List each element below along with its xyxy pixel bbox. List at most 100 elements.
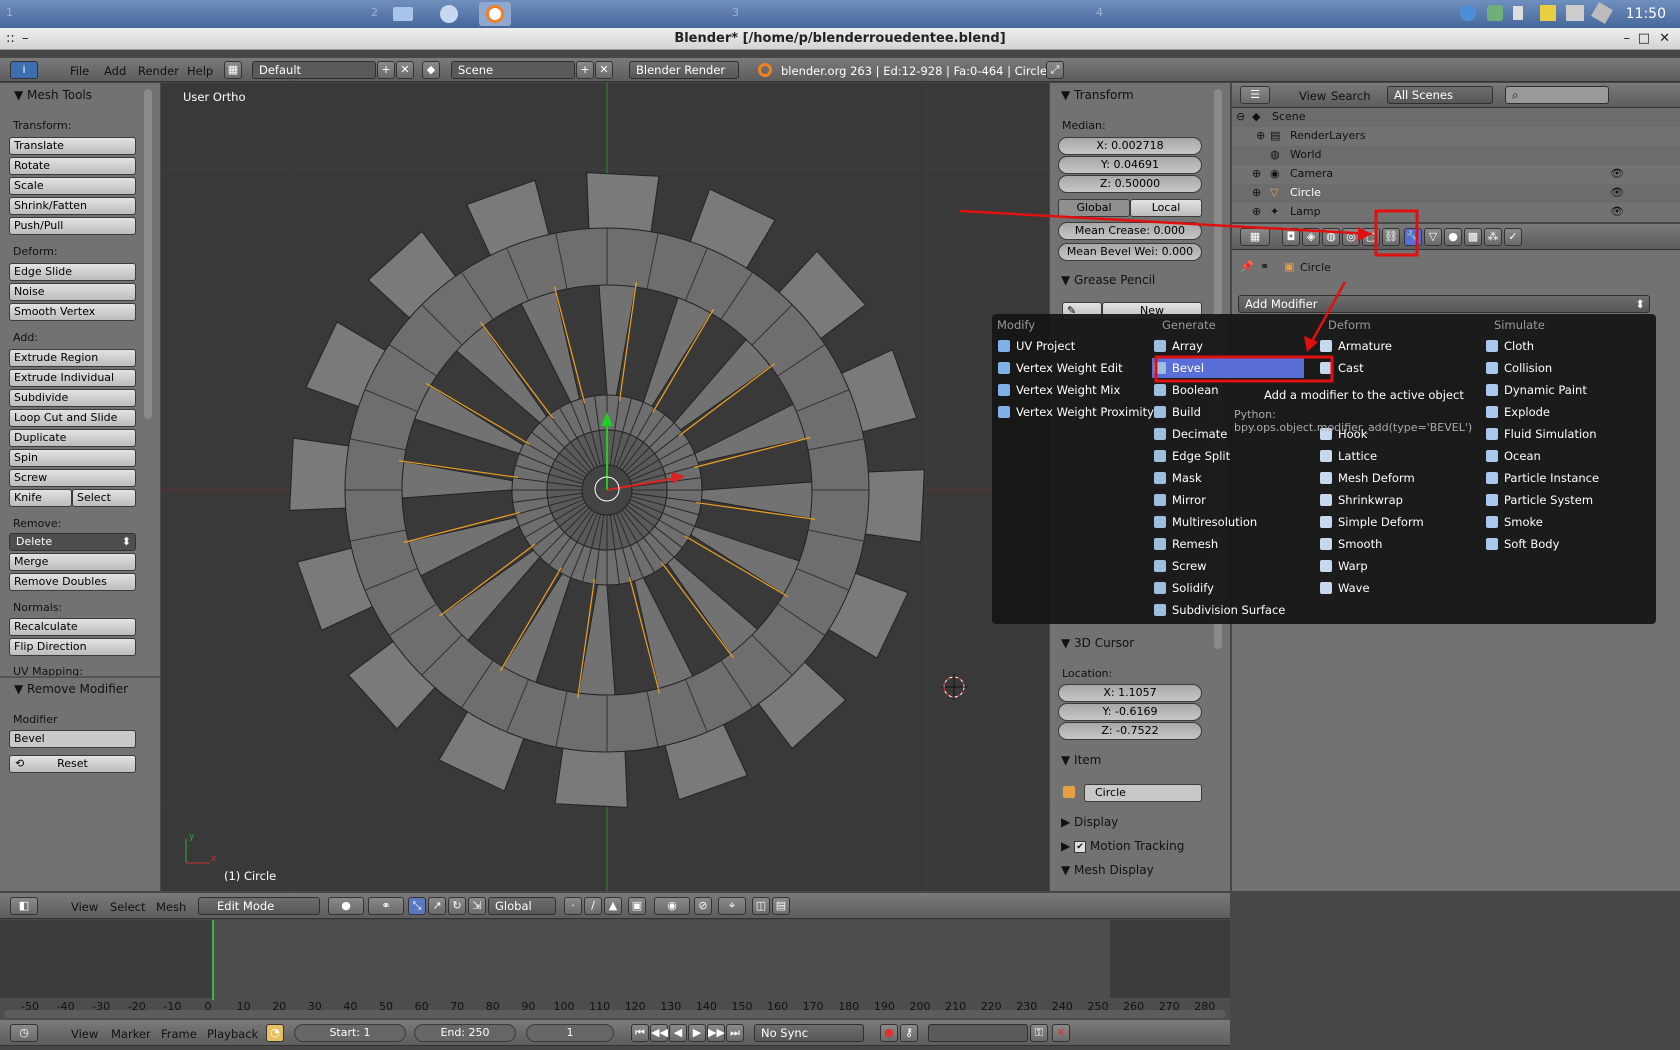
jump-key-forward-icon[interactable]: ▶▶ bbox=[707, 1024, 725, 1042]
spin-button[interactable]: Spin bbox=[9, 449, 136, 467]
smooth-vertex-button[interactable]: Smooth Vertex bbox=[9, 303, 136, 321]
volume-icon[interactable] bbox=[1513, 6, 1523, 20]
expand-icon[interactable]: ⊕ bbox=[1256, 129, 1265, 142]
display-header[interactable]: ▶ Display bbox=[1061, 815, 1118, 829]
3d-cursor-header[interactable]: ▼ 3D Cursor bbox=[1061, 636, 1134, 650]
render-still-icon[interactable]: ◫ bbox=[752, 897, 770, 915]
modifier-item-ocean[interactable]: Ocean bbox=[1484, 446, 1636, 466]
view3d-menu-mesh[interactable]: Mesh bbox=[156, 900, 186, 914]
modifier-item-vertex-weight-mix[interactable]: Vertex Weight Mix bbox=[996, 380, 1148, 400]
outliner-row[interactable]: ⊖ ◆ Scene bbox=[1232, 108, 1680, 127]
outliner-search-input[interactable]: ⌕ bbox=[1505, 86, 1609, 104]
minimize-icon[interactable]: – bbox=[1624, 28, 1631, 50]
item-name-field[interactable]: Circle bbox=[1084, 784, 1202, 802]
jump-start-icon[interactable]: ⏮ bbox=[631, 1024, 649, 1042]
knife-select-button[interactable]: Select bbox=[72, 489, 136, 507]
start-frame-field[interactable]: Start: 1 bbox=[294, 1024, 406, 1042]
gear-mesh[interactable] bbox=[289, 172, 925, 808]
workspace-3[interactable]: 3 bbox=[732, 6, 739, 19]
physics-tab-icon[interactable]: ✓ bbox=[1504, 228, 1522, 246]
keying-icon[interactable]: ⚷ bbox=[900, 1024, 918, 1042]
modifier-item-smoke[interactable]: Smoke bbox=[1484, 512, 1636, 532]
data-tab-icon[interactable]: ▽ bbox=[1424, 228, 1442, 246]
network-icon[interactable] bbox=[1460, 5, 1476, 21]
median-z-field[interactable]: Z: 0.50000 bbox=[1058, 175, 1202, 193]
modifier-item-fluid-simulation[interactable]: Fluid Simulation bbox=[1484, 424, 1636, 444]
blender-icon[interactable] bbox=[479, 2, 511, 26]
mean-bevel-field[interactable]: Mean Bevel Wei: 0.000 bbox=[1058, 243, 1202, 261]
delete-dropdown[interactable]: Delete ⬍ bbox=[9, 533, 136, 551]
modifier-item-screw[interactable]: Screw bbox=[1152, 556, 1304, 576]
modifier-item-dynamic-paint[interactable]: Dynamic Paint bbox=[1484, 380, 1636, 400]
global-toggle[interactable]: Global bbox=[1058, 199, 1130, 217]
layers-tab-icon[interactable]: ◈ bbox=[1302, 228, 1320, 246]
modifier-item-lattice[interactable]: Lattice bbox=[1318, 446, 1470, 466]
expand-icon[interactable]: ⊕ bbox=[1252, 186, 1261, 199]
layout-add-icon[interactable]: + bbox=[377, 61, 395, 79]
menu-file[interactable]: File bbox=[70, 64, 89, 78]
outliner-lamp[interactable]: Lamp bbox=[1290, 205, 1321, 218]
expand-icon[interactable]: ⊕ bbox=[1252, 205, 1261, 218]
render-anim-icon[interactable]: ▤ bbox=[772, 897, 790, 915]
rotate-button[interactable]: Rotate bbox=[9, 157, 136, 175]
modifier-item-multiresolution[interactable]: Multiresolution bbox=[1152, 512, 1304, 532]
mean-crease-field[interactable]: Mean Crease: 0.000 bbox=[1058, 222, 1202, 240]
modifier-item-mirror[interactable]: Mirror bbox=[1152, 490, 1304, 510]
remove-doubles-button[interactable]: Remove Doubles bbox=[9, 573, 136, 591]
flip-direction-button[interactable]: Flip Direction bbox=[9, 638, 136, 656]
modifiers-tab-icon[interactable]: 🔧 bbox=[1404, 228, 1422, 246]
modifier-item-vertex-weight-edit[interactable]: Vertex Weight Edit bbox=[996, 358, 1148, 378]
modifier-item-armature[interactable]: Armature bbox=[1318, 336, 1470, 356]
tray-icon[interactable] bbox=[1487, 5, 1503, 21]
add-modifier-dropdown[interactable]: Add Modifier ⬍ bbox=[1238, 295, 1650, 313]
shading-icon[interactable]: ● bbox=[328, 897, 364, 915]
knife-button[interactable]: Knife bbox=[9, 489, 72, 507]
fullscreen-icon[interactable]: ⤢ bbox=[1046, 61, 1064, 79]
scene-field[interactable]: Scene bbox=[451, 61, 575, 79]
visibility-icon[interactable]: 👁 bbox=[1610, 167, 1624, 180]
battery-icon[interactable] bbox=[1591, 2, 1613, 24]
timeline-menu-frame[interactable]: Frame bbox=[161, 1027, 197, 1041]
mode-dropdown[interactable]: Edit Mode bbox=[198, 897, 320, 915]
scene-add-icon[interactable]: + bbox=[576, 61, 594, 79]
modifier-item-edge-split[interactable]: Edge Split bbox=[1152, 446, 1304, 466]
render-engine-dropdown[interactable]: Blender Render bbox=[629, 61, 739, 79]
view3d-menu-view[interactable]: View bbox=[71, 900, 98, 914]
cursor-z-field[interactable]: Z: -0.7522 bbox=[1058, 722, 1202, 740]
clipboard-icon[interactable] bbox=[1566, 5, 1584, 21]
push-pull-button[interactable]: Push/Pull bbox=[9, 217, 136, 235]
outliner-filter-dropdown[interactable]: All Scenes bbox=[1387, 86, 1493, 104]
outliner-row[interactable]: ⊕ ▤ RenderLayers bbox=[1232, 127, 1680, 146]
insert-key-icon[interactable]: ⚿ bbox=[1030, 1024, 1048, 1042]
merge-button[interactable]: Merge bbox=[9, 553, 136, 571]
window-menu-icon[interactable]: :: bbox=[6, 28, 15, 50]
timeline-menu-playback[interactable]: Playback bbox=[207, 1027, 258, 1041]
edge-select-icon[interactable]: / bbox=[584, 897, 602, 915]
outliner-circle[interactable]: Circle bbox=[1290, 186, 1321, 199]
outliner-scene[interactable]: Scene bbox=[1272, 110, 1306, 123]
render-tab-icon[interactable]: ◘ bbox=[1282, 228, 1300, 246]
translate-manip-icon[interactable]: ↗ bbox=[428, 897, 446, 915]
rotate-manip-icon[interactable]: ↻ bbox=[448, 897, 466, 915]
close-icon[interactable]: ✕ bbox=[1659, 28, 1670, 50]
manipulator-icon[interactable]: ⤡ bbox=[408, 897, 426, 915]
snap-icon[interactable]: ⌖ bbox=[718, 897, 746, 915]
pivot-icon[interactable]: ⚭ bbox=[368, 897, 404, 915]
folder-icon[interactable] bbox=[387, 2, 419, 26]
modifier-item-mesh-deform[interactable]: Mesh Deform bbox=[1318, 468, 1470, 488]
cursor-y-field[interactable]: Y: -0.6169 bbox=[1058, 703, 1202, 721]
outliner-row[interactable]: ⊕ ◉ Camera 👁 bbox=[1232, 165, 1680, 184]
modifier-item-particle-system[interactable]: Particle System bbox=[1484, 490, 1636, 510]
material-tab-icon[interactable]: ● bbox=[1444, 228, 1462, 246]
face-select-icon[interactable]: ▲ bbox=[604, 897, 622, 915]
jump-key-back-icon[interactable]: ◀◀ bbox=[650, 1024, 668, 1042]
local-toggle[interactable]: Local bbox=[1130, 199, 1202, 217]
scene-remove-icon[interactable]: ✕ bbox=[595, 61, 613, 79]
workspace-1[interactable]: 1 bbox=[6, 6, 13, 19]
window-shade-icon[interactable]: – bbox=[22, 28, 29, 50]
modifier-item-shrinkwrap[interactable]: Shrinkwrap bbox=[1318, 490, 1470, 510]
maximize-icon[interactable]: □ bbox=[1638, 28, 1650, 50]
layout-icon[interactable]: ▦ bbox=[224, 61, 242, 79]
timeline-scrollbar[interactable] bbox=[4, 1010, 1226, 1018]
menu-add[interactable]: Add bbox=[104, 64, 126, 78]
